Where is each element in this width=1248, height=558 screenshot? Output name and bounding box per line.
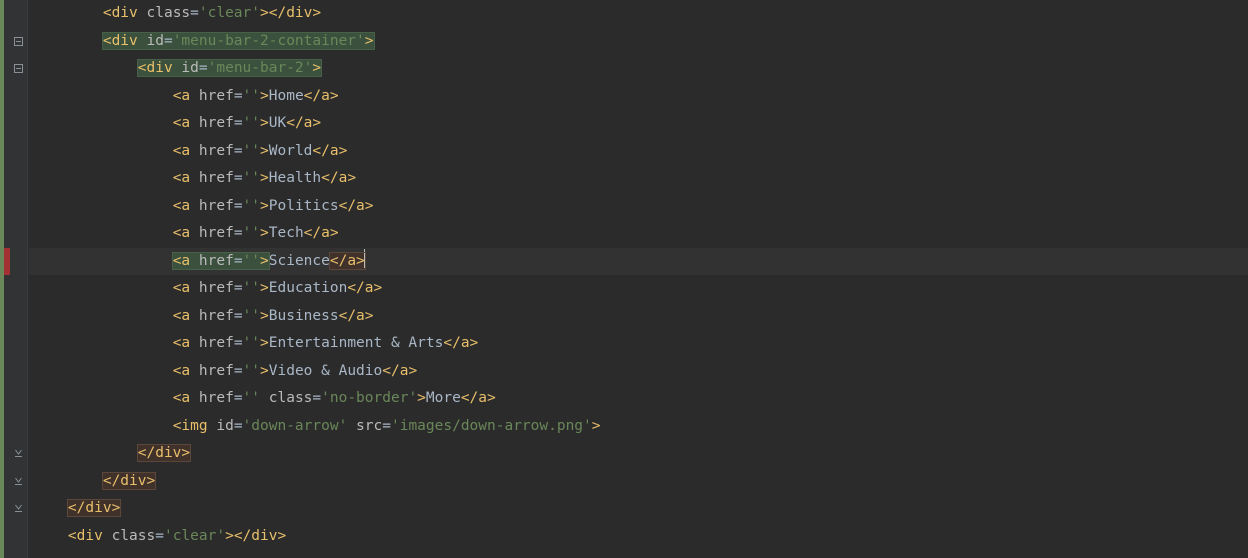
code-line[interactable]: <div class='clear'></div> xyxy=(29,0,1248,28)
code-line[interactable]: </div> xyxy=(29,468,1248,496)
code-line[interactable]: <a href=''>Health</a> xyxy=(29,165,1248,193)
fold-close-icon[interactable] xyxy=(14,449,23,458)
code-line[interactable]: <div id='menu-bar-2-container'> xyxy=(29,28,1248,56)
code-line[interactable]: <a href=''>Tech</a> xyxy=(29,220,1248,248)
fold-open-icon[interactable] xyxy=(14,37,23,46)
code-line[interactable]: <a href=''>Science</a> xyxy=(29,248,1248,276)
code-line[interactable]: </div> xyxy=(29,440,1248,468)
code-line[interactable]: <a href=''>World</a> xyxy=(29,138,1248,166)
gutter-change-marker xyxy=(4,248,10,276)
code-line[interactable]: <a href=''>Politics</a> xyxy=(29,193,1248,221)
text-cursor xyxy=(364,249,366,268)
code-line[interactable]: <a href=''>Education</a> xyxy=(29,275,1248,303)
code-line[interactable]: <a href=''>Home</a> xyxy=(29,83,1248,111)
code-line[interactable]: <a href=''>UK</a> xyxy=(29,110,1248,138)
code-line[interactable]: <img id='down-arrow' src='images/down-ar… xyxy=(29,413,1248,441)
fold-open-icon[interactable] xyxy=(14,64,23,73)
editor-gutter xyxy=(0,0,28,558)
code-line[interactable]: <div class='clear'></div> xyxy=(29,523,1248,551)
code-line[interactable]: <a href=''>Entertainment & Arts</a> xyxy=(29,330,1248,358)
code-line[interactable]: </div> xyxy=(29,495,1248,523)
code-line[interactable]: <a href='' class='no-border'>More</a> xyxy=(29,385,1248,413)
code-line[interactable]: <a href=''>Video & Audio</a> xyxy=(29,358,1248,386)
code-editor-area[interactable]: <div class='clear'></div> <div id='menu-… xyxy=(29,0,1248,558)
code-line[interactable]: <div id='menu-bar-2'> xyxy=(29,55,1248,83)
code-line[interactable]: <a href=''>Business</a> xyxy=(29,303,1248,331)
fold-close-icon[interactable] xyxy=(14,504,23,513)
fold-close-icon[interactable] xyxy=(14,477,23,486)
